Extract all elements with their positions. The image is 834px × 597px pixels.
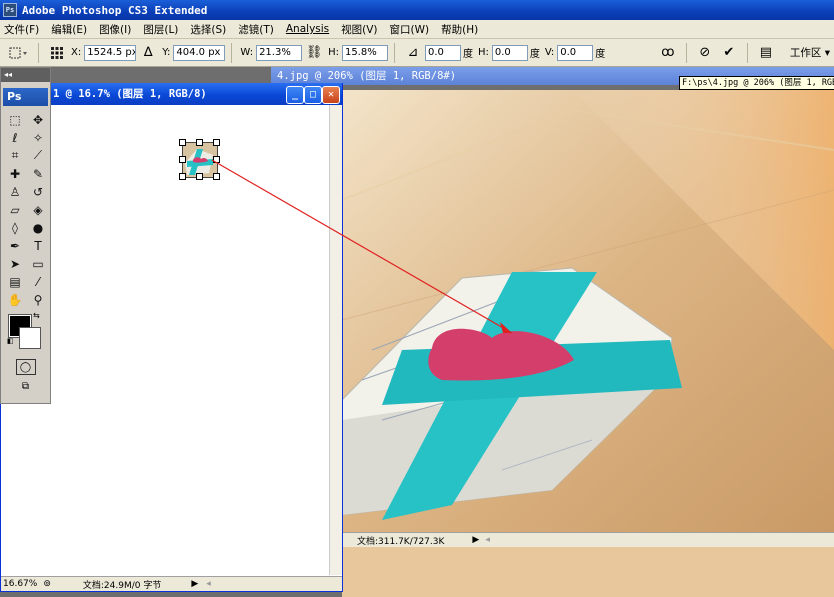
tools-palette: ◂◂ Ps ⬚ ✥ ℓ ✧ ⌗ ⟋ ✚ ✎ ♙ ↺ ▱ ◈ ◊ ● ✒ T ➤ … xyxy=(0,67,51,404)
lasso-tool-icon[interactable]: ℓ xyxy=(5,130,25,145)
type-tool-icon[interactable]: T xyxy=(28,238,48,253)
path-selection-tool-icon[interactable]: ➤ xyxy=(5,256,25,271)
notes-tool-icon[interactable]: ▤ xyxy=(5,274,25,289)
eraser-tool-icon[interactable]: ▱ xyxy=(5,202,25,217)
photoshop-logo[interactable]: Ps xyxy=(3,88,48,106)
pen-tool-icon[interactable]: ✒ xyxy=(5,238,25,253)
clone-stamp-tool-icon[interactable]: ♙ xyxy=(5,184,25,199)
eyedropper-tool-icon[interactable]: ⁄ xyxy=(28,274,48,289)
default-colors-icon[interactable]: ◧ xyxy=(7,337,14,345)
screen-mode-icon[interactable]: ⧉ xyxy=(17,379,35,393)
zoom-tool-icon[interactable]: ⚲ xyxy=(28,292,48,307)
quick-mask-icon[interactable]: ◯ xyxy=(15,359,36,375)
palette-grip[interactable]: ◂◂ xyxy=(1,68,50,82)
color-swatches: ⇆ ◧ xyxy=(7,311,50,355)
background-color-swatch[interactable] xyxy=(19,327,41,349)
shape-tool-icon[interactable]: ▭ xyxy=(28,256,48,271)
healing-brush-tool-icon[interactable]: ✚ xyxy=(5,166,25,181)
crop-tool-icon[interactable]: ⌗ xyxy=(5,148,25,163)
move-tool-icon[interactable]: ✥ xyxy=(28,112,48,127)
blur-tool-icon[interactable]: ◊ xyxy=(5,220,25,235)
hand-tool-icon[interactable]: ✋ xyxy=(5,292,25,307)
dodge-tool-icon[interactable]: ● xyxy=(28,220,48,235)
magic-wand-tool-icon[interactable]: ✧ xyxy=(28,130,48,145)
swap-colors-icon[interactable]: ⇆ xyxy=(33,311,40,320)
history-brush-tool-icon[interactable]: ↺ xyxy=(28,184,48,199)
tools-grid: ⬚ ✥ ℓ ✧ ⌗ ⟋ ✚ ✎ ♙ ↺ ▱ ◈ ◊ ● ✒ T ➤ ▭ ▤ ⁄ … xyxy=(1,110,50,309)
drag-arrow-line xyxy=(211,159,513,334)
marquee-tool-icon[interactable]: ⬚ xyxy=(5,112,25,127)
paint-bucket-tool-icon[interactable]: ◈ xyxy=(28,202,48,217)
slice-tool-icon[interactable]: ⟋ xyxy=(28,148,48,163)
drag-arrow-overlay xyxy=(211,159,513,334)
brush-tool-icon[interactable]: ✎ xyxy=(28,166,48,181)
